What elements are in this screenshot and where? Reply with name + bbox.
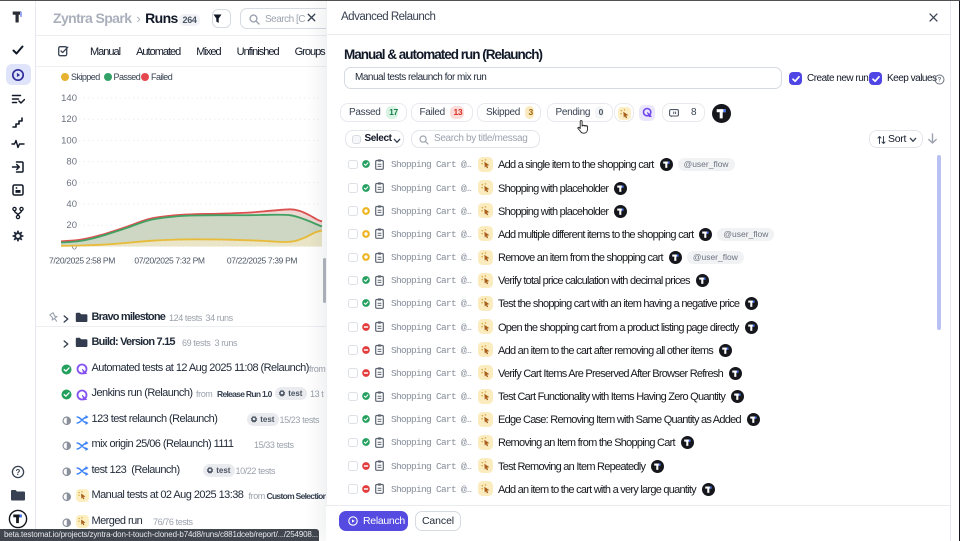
- svg-text:07/20/2025 7:32 PM: 07/20/2025 7:32 PM: [134, 256, 205, 266]
- svg-text:07/22/2025 7:39 PM: 07/22/2025 7:39 PM: [227, 256, 298, 266]
- svg-text:40: 40: [66, 199, 77, 210]
- svg-text:120: 120: [61, 114, 77, 125]
- svg-text:20: 20: [66, 220, 77, 231]
- svg-text:140: 140: [61, 93, 77, 104]
- svg-text:?: ?: [938, 76, 942, 83]
- svg-text:60: 60: [66, 178, 77, 189]
- svg-text:80: 80: [66, 157, 77, 168]
- svg-text:7/20/2025 2:58 PM: 7/20/2025 2:58 PM: [49, 256, 115, 266]
- svg-text:100: 100: [61, 135, 77, 146]
- svg-text:?: ?: [15, 468, 20, 477]
